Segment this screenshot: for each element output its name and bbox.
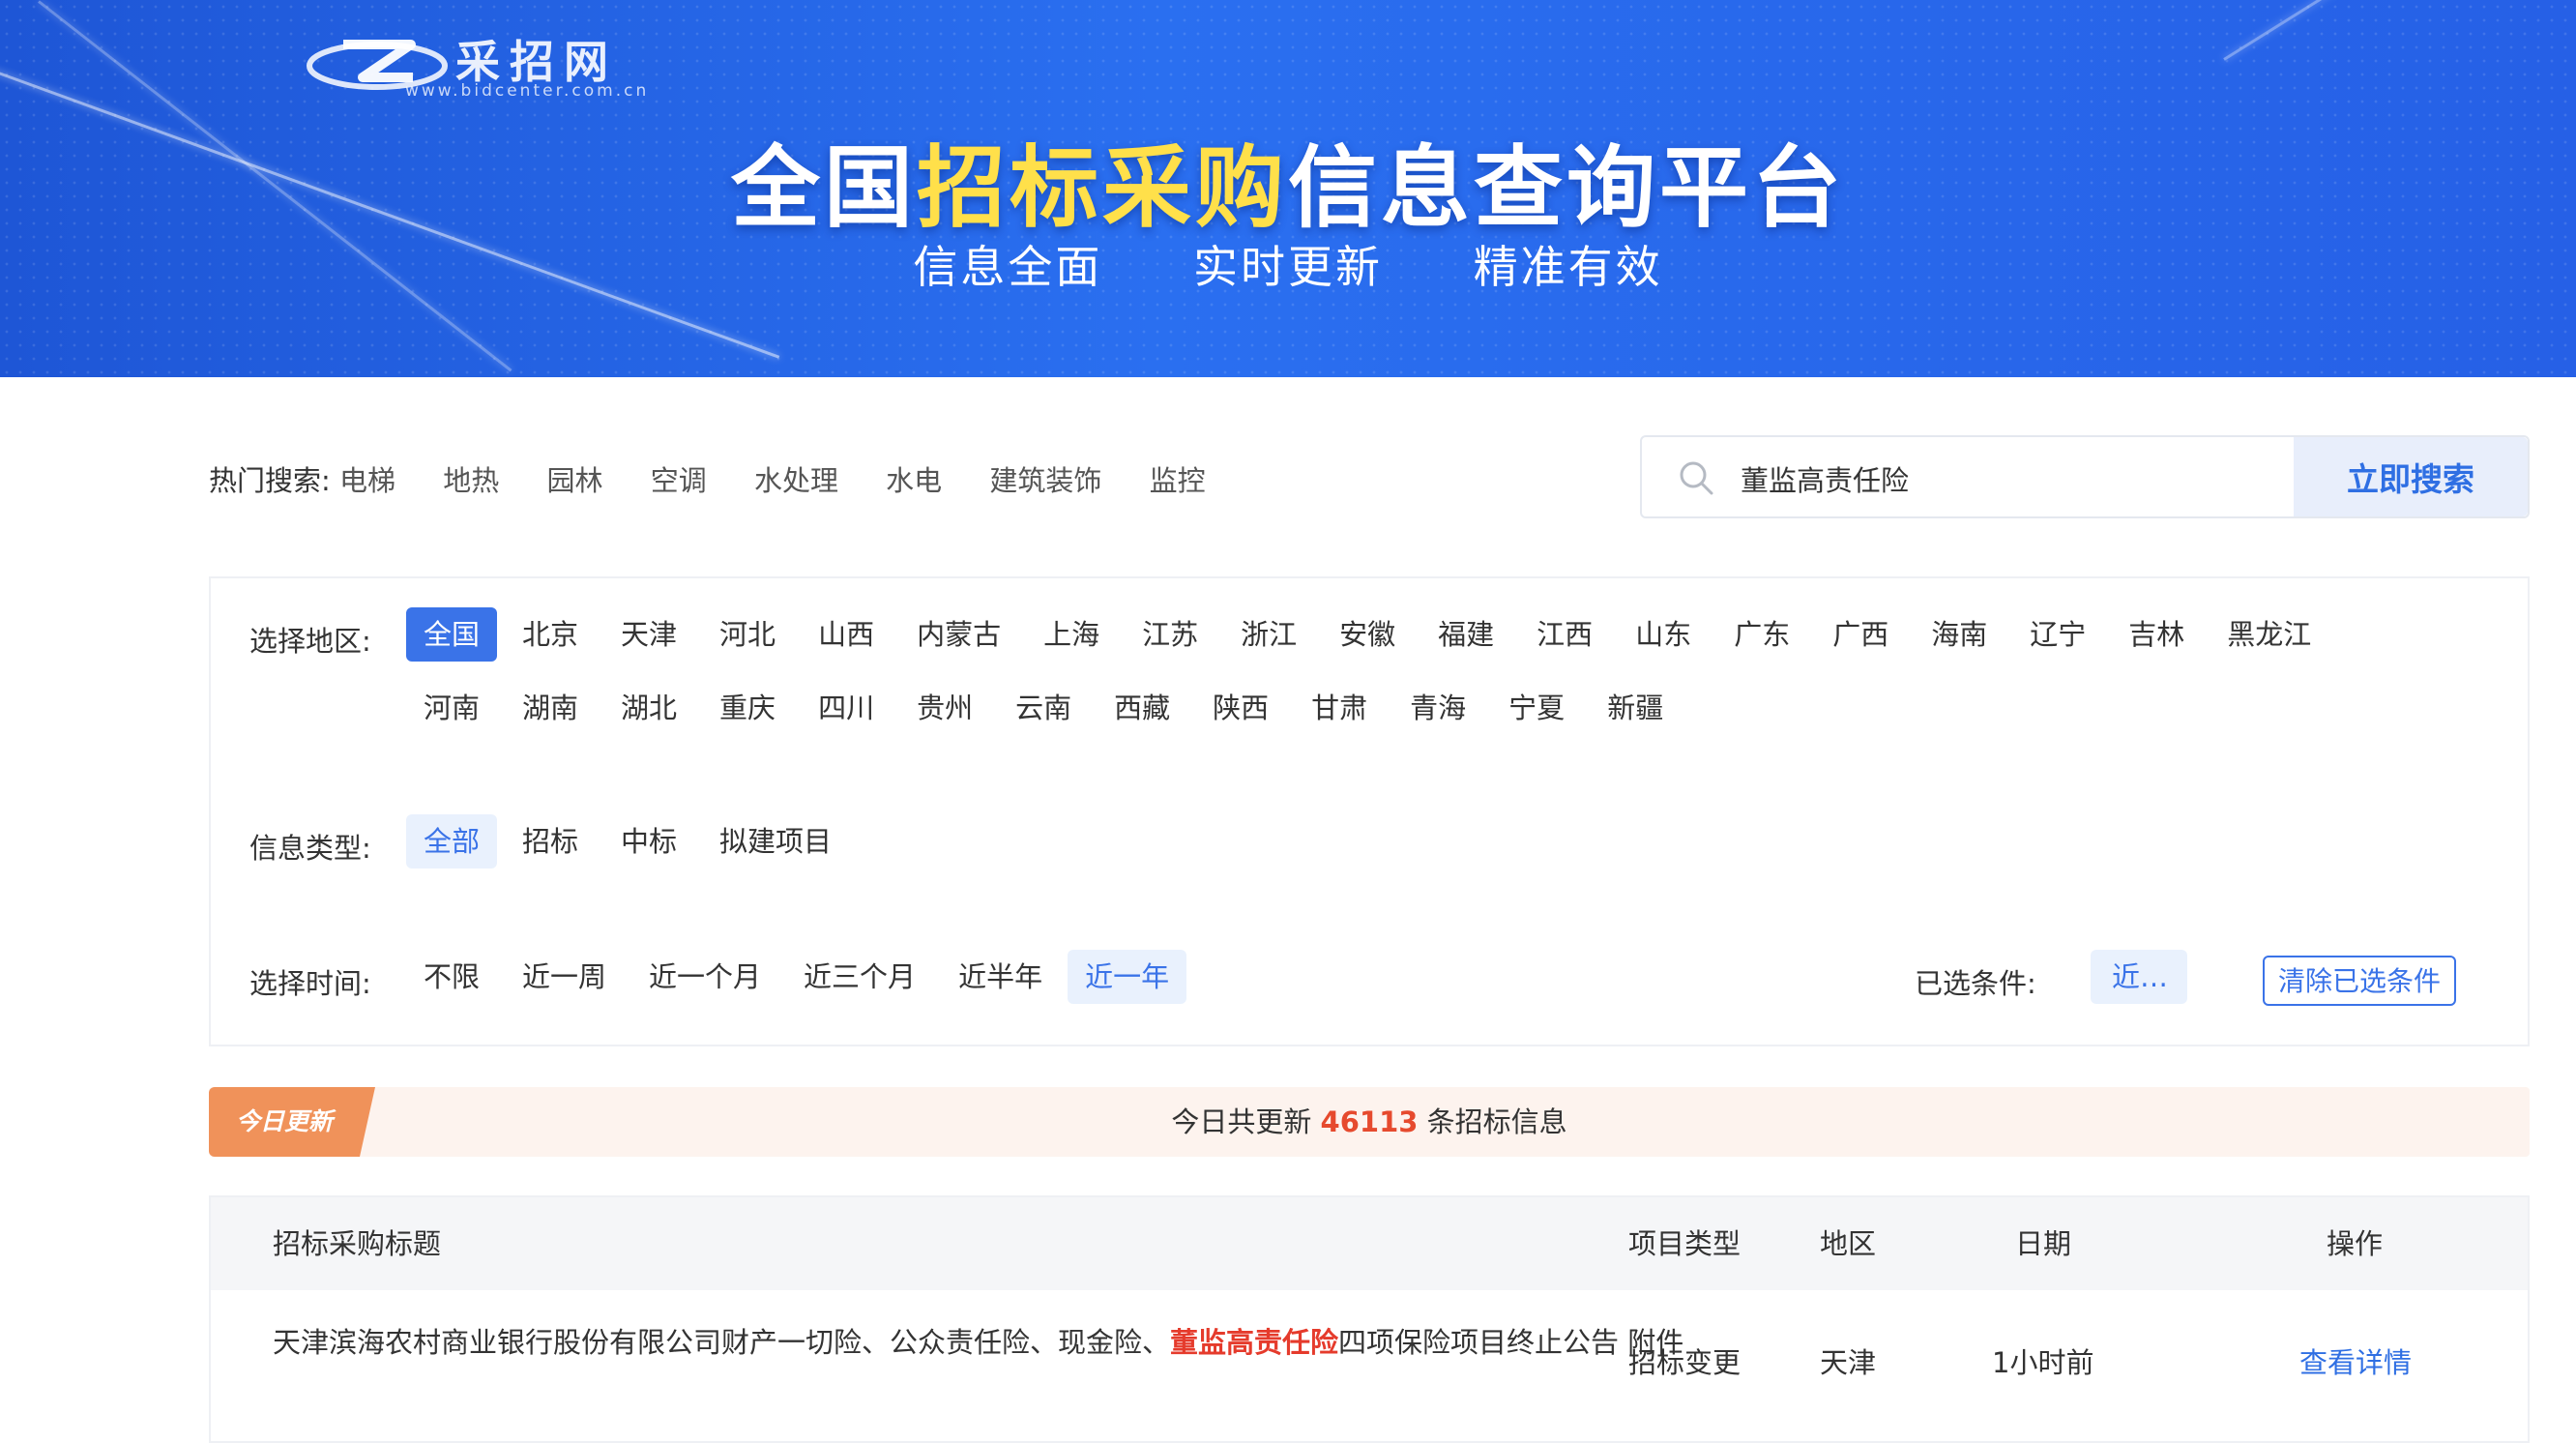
row-date: 1小时前 [1992,1346,2094,1379]
today-update-message: 今日共更新 46113 条招标信息 [209,1087,2530,1157]
row-title-pre: 天津滨海农村商业银行股份有限公司财产一切险、公众责任险、现金险、 [273,1326,1171,1359]
time-options: 不限 近一周 近一个月 近三个月 近半年 近一年 [406,950,1194,1004]
region-label: 选择地区: [249,625,371,658]
search-icon [1680,461,1713,495]
hot-search-link[interactable]: 水处理 [754,458,838,499]
region-option[interactable]: 新疆 [1590,681,1681,735]
column-header-action: 操作 [2327,1227,2384,1260]
slogan: 精准有效 [1473,241,1663,293]
region-option[interactable]: 北京 [505,607,596,662]
filter-panel: 选择地区: 全国 北京 天津 河北 山西 内蒙古 上海 江苏 浙江 安徽 福建 江西 山东 广东 广西 海南辽… [209,576,2530,1046]
time-label: 选择时间: [249,967,371,1000]
region-option[interactable]: 江西 [1519,607,1610,662]
region-option[interactable]: 广东 [1716,607,1807,662]
hot-search-link[interactable]: 地热 [443,458,499,499]
region-option[interactable]: 天津 [603,607,694,662]
region-option[interactable]: 河南 [406,681,497,735]
column-header-type: 项目类型 [1628,1227,1742,1260]
hero-banner: 采招网 www.bidcenter.com.cn 全国招标采购信息查询平台 信息… [0,0,2576,377]
region-options-row1: 全国 北京 天津 河北 山西 内蒙古 上海 江苏 浙江 安徽 福建 江西 山东 广东 广西 海南 辽宁 吉林 黑龙江 [406,607,2336,662]
logo-url: www.bidcenter.com.cn [405,81,650,101]
selected-conditions-label: 已选条件: [1915,967,2036,1000]
region-option[interactable]: 吉林 [2111,607,2202,662]
time-option[interactable]: 不限 [406,950,497,1004]
region-option[interactable]: 青海 [1392,681,1483,735]
search-button[interactable]: 立即搜索 [2294,437,2528,516]
region-option[interactable]: 内蒙古 [899,607,1018,662]
title-post: 信息查询平台 [1288,136,1846,240]
region-option[interactable]: 福建 [1420,607,1511,662]
info-type-options: 全部 招标 中标 拟建项目 [406,814,857,869]
region-option[interactable]: 河北 [702,607,793,662]
row-title-keyword: 董监高责任险 [1170,1326,1339,1359]
hot-search-link[interactable]: 监控 [1150,458,1206,499]
row-title-link[interactable]: 天津滨海农村商业银行股份有限公司财产一切险、公众责任险、现金险、董监高责任险四项… [273,1323,1723,1363]
hot-search-bar: 热门搜索: 电梯 地热 园林 空调 水处理 水电 建筑装饰 监控 [209,458,1244,499]
page-title: 全国招标采购信息查询平台 [0,116,2576,245]
table-header: 招标采购标题 项目类型 地区 日期 操作 [211,1197,2528,1290]
today-suffix: 条招标信息 [1426,1105,1567,1138]
info-type-option[interactable]: 全部 [406,814,498,869]
site-logo[interactable]: 采招网 www.bidcenter.com.cn [305,27,653,104]
title-pre: 全国 [730,136,917,240]
region-option[interactable]: 浙江 [1223,607,1314,662]
hot-search-link[interactable]: 空调 [651,458,707,499]
today-count: 46113 [1320,1105,1419,1138]
time-option[interactable]: 近半年 [941,950,1060,1004]
table-row[interactable]: 天津滨海农村商业银行股份有限公司财产一切险、公众责任险、现金险、董监高责任险四项… [211,1290,2528,1441]
info-type-option[interactable]: 招标 [505,814,596,869]
hot-search-link[interactable]: 园林 [546,458,602,499]
info-type-label: 信息类型: [249,832,371,865]
search-input[interactable] [1739,451,2284,507]
today-update-bar: 今日共更新 46113 条招标信息 今日更新 [209,1087,2530,1157]
region-option[interactable]: 辽宁 [2012,607,2103,662]
region-option[interactable]: 全国 [406,607,498,662]
info-type-option[interactable]: 中标 [603,814,694,869]
info-type-option[interactable]: 拟建项目 [702,814,849,869]
slogans: 信息全面 实时更新 精准有效 [0,232,2576,296]
clear-conditions-button[interactable]: 清除已选条件 [2263,956,2457,1006]
region-option[interactable]: 甘肃 [1294,681,1385,735]
time-option[interactable]: 近三个月 [786,950,933,1004]
title-highlight: 招标采购 [916,136,1288,240]
region-option[interactable]: 西藏 [1097,681,1187,735]
region-option[interactable]: 海南 [1914,607,2005,662]
search-box: 立即搜索 [1640,435,2530,518]
region-option[interactable]: 黑龙江 [2210,607,2328,662]
region-option[interactable]: 重庆 [702,681,793,735]
region-option[interactable]: 山东 [1618,607,1709,662]
region-option[interactable]: 江苏 [1125,607,1215,662]
region-option[interactable]: 湖南 [505,681,596,735]
today-update-badge: 今日更新 [209,1087,375,1157]
region-option[interactable]: 四川 [801,681,892,735]
region-option[interactable]: 安徽 [1322,607,1413,662]
results-table: 招标采购标题 项目类型 地区 日期 操作 天津滨海农村商业银行股份有限公司财产一… [209,1195,2530,1443]
column-header-region: 地区 [1820,1227,1877,1260]
column-header-title: 招标采购标题 [273,1227,442,1260]
hot-search-link[interactable]: 建筑装饰 [989,458,1101,499]
time-option[interactable]: 近一周 [505,950,624,1004]
region-option[interactable]: 湖北 [603,681,694,735]
hot-search-link[interactable]: 电梯 [339,458,395,499]
selected-condition-chip[interactable]: 近... [2091,950,2187,1004]
slogan: 信息全面 [913,241,1103,293]
slogan: 实时更新 [1193,241,1383,293]
region-option[interactable]: 云南 [998,681,1089,735]
region-options-row2: 河南 湖南 湖北 重庆 四川 贵州 云南 西藏 陕西 甘肃 青海 宁夏 新疆 [406,681,1688,735]
row-type: 招标变更 [1628,1346,1742,1379]
region-option[interactable]: 上海 [1026,607,1117,662]
region-option[interactable]: 宁夏 [1491,681,1582,735]
row-region: 天津 [1820,1346,1877,1379]
column-header-date: 日期 [2015,1227,2072,1260]
hot-search-label: 热门搜索: [209,464,331,497]
today-prefix: 今日共更新 [1171,1105,1312,1138]
time-option[interactable]: 近一年 [1068,950,1187,1004]
region-option[interactable]: 陕西 [1195,681,1286,735]
time-option[interactable]: 近一个月 [631,950,778,1004]
hot-search-link[interactable]: 水电 [886,458,942,499]
region-option[interactable]: 广西 [1815,607,1906,662]
view-details-link[interactable]: 查看详情 [2299,1290,2412,1435]
region-option[interactable]: 山西 [801,607,892,662]
region-option[interactable]: 贵州 [899,681,990,735]
